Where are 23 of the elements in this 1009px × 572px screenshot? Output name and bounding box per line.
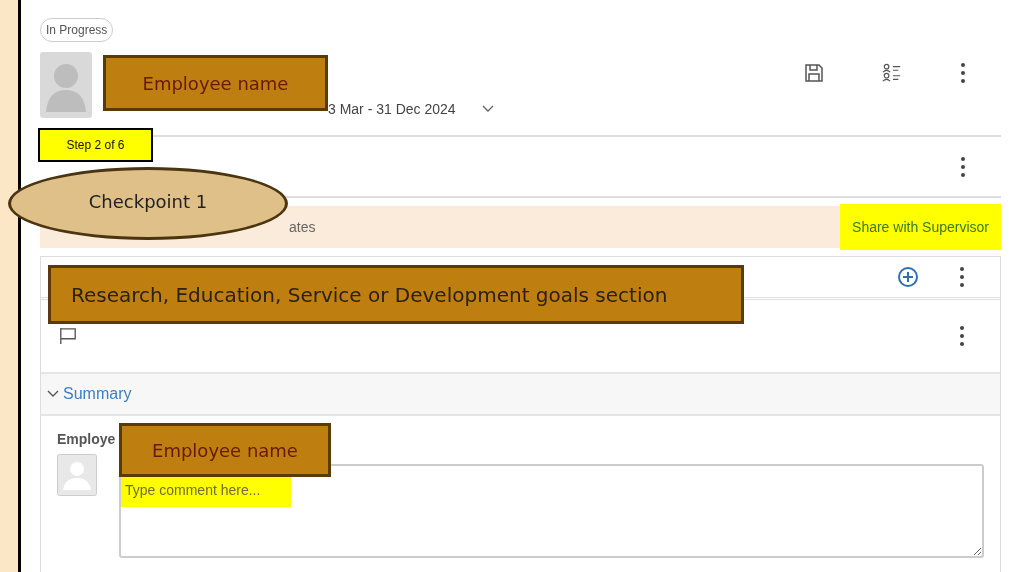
callout: Step 2 of 6	[38, 128, 153, 162]
comment-label: Employe	[57, 431, 116, 447]
summary-label: Summary	[63, 385, 132, 403]
add-icon[interactable]	[897, 266, 919, 288]
banner-text: ates	[289, 219, 316, 235]
people-list-icon[interactable]	[882, 63, 902, 83]
callout: Employee name	[119, 423, 331, 477]
comment-field[interactable]: Type comment here...	[119, 464, 984, 558]
more-icon[interactable]	[959, 325, 965, 347]
more-icon[interactable]	[960, 62, 966, 84]
save-icon[interactable]	[804, 63, 824, 83]
period-text: 3 Mar - 31 Dec 2024	[328, 101, 456, 117]
callout: Employee name	[103, 55, 328, 111]
share-button[interactable]: Share with Supervisor	[840, 204, 1001, 250]
summary-toggle[interactable]: Summary	[41, 385, 138, 403]
more-icon[interactable]	[959, 266, 965, 288]
more-icon[interactable]	[960, 155, 966, 178]
callout: Research, Education, Service or Development goals section	[48, 265, 744, 324]
chevron-icon	[47, 390, 59, 398]
chevron-down-icon[interactable]	[481, 105, 494, 113]
flag-icon	[59, 327, 77, 345]
avatar-icon	[57, 454, 97, 496]
avatar-icon	[40, 52, 92, 118]
